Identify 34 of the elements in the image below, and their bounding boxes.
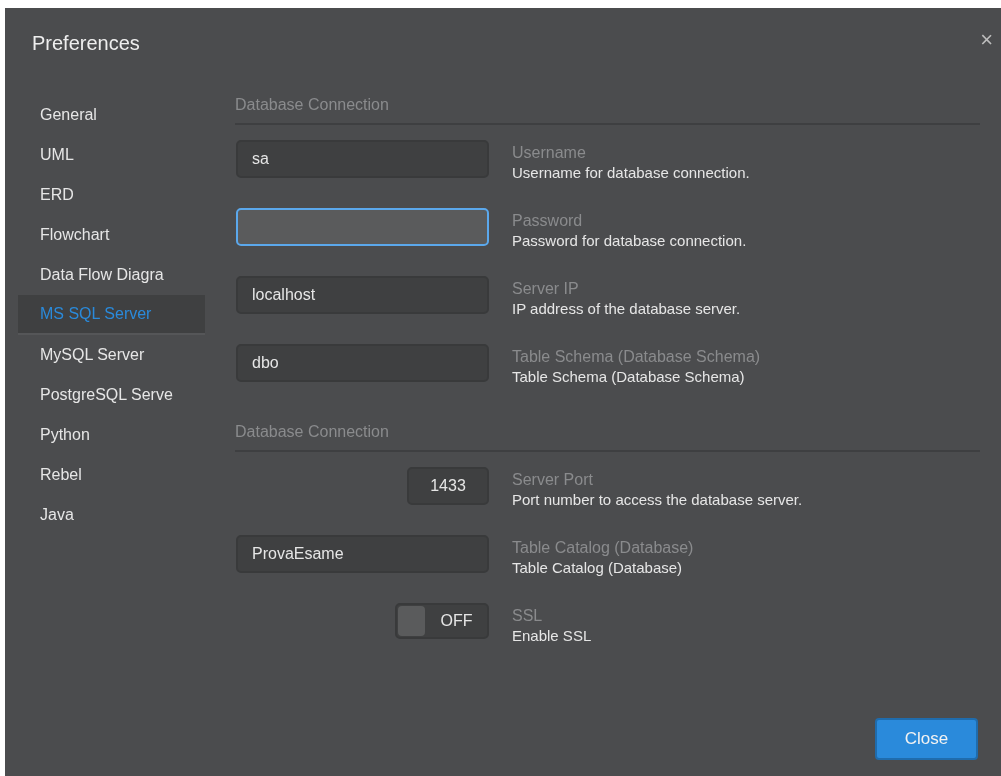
setting-label: Username (512, 143, 587, 163)
sidebar-item[interactable]: Data Flow Diagra (18, 255, 205, 295)
input-field[interactable]: localhost (236, 276, 489, 314)
toggle-switch[interactable]: OFF (395, 603, 489, 639)
input-field[interactable]: dbo (236, 344, 489, 382)
port-field[interactable]: 1433 (407, 467, 489, 505)
setting-description: Table Schema (Database Schema) (512, 367, 746, 387)
sidebar-item[interactable]: ERD (18, 175, 205, 215)
setting-label: Password (512, 211, 584, 231)
setting-description: Enable SSL (512, 626, 592, 646)
sidebar-item[interactable]: UML (18, 135, 205, 175)
setting-description: Password for database connection. (512, 231, 747, 251)
setting-description: Table Catalog (Database) (512, 558, 684, 578)
sidebar-item[interactable]: PostgreSQL Serve (18, 375, 205, 415)
setting-description: IP address of the database server. (512, 299, 741, 319)
setting-description: Username for database connection. (512, 163, 750, 183)
input-field[interactable]: sa (236, 140, 489, 178)
setting-label: Server IP (512, 279, 580, 299)
setting-label: Table Schema (Database Schema) (512, 347, 761, 367)
input-field[interactable] (236, 208, 489, 246)
input-field[interactable]: ProvaEsame (236, 535, 489, 573)
sidebar-item[interactable]: General (18, 95, 205, 135)
setting-description: Port number to access the database server. (512, 490, 803, 510)
sidebar-item[interactable]: Flowchart (18, 215, 205, 255)
sidebar-item[interactable]: MySQL Server (18, 335, 205, 375)
sidebar-item[interactable]: Rebel (18, 455, 205, 495)
setting-label: Table Catalog (Database) (512, 538, 694, 558)
sidebar-item[interactable]: Java (18, 495, 205, 535)
sidebar-item[interactable]: Python (18, 415, 205, 455)
section-heading: Database Connection (235, 423, 389, 440)
setting-label: Server Port (512, 470, 594, 490)
setting-label: SSL (512, 606, 544, 626)
window-title: Preferences (32, 31, 140, 56)
section-heading: Database Connection (235, 96, 389, 113)
